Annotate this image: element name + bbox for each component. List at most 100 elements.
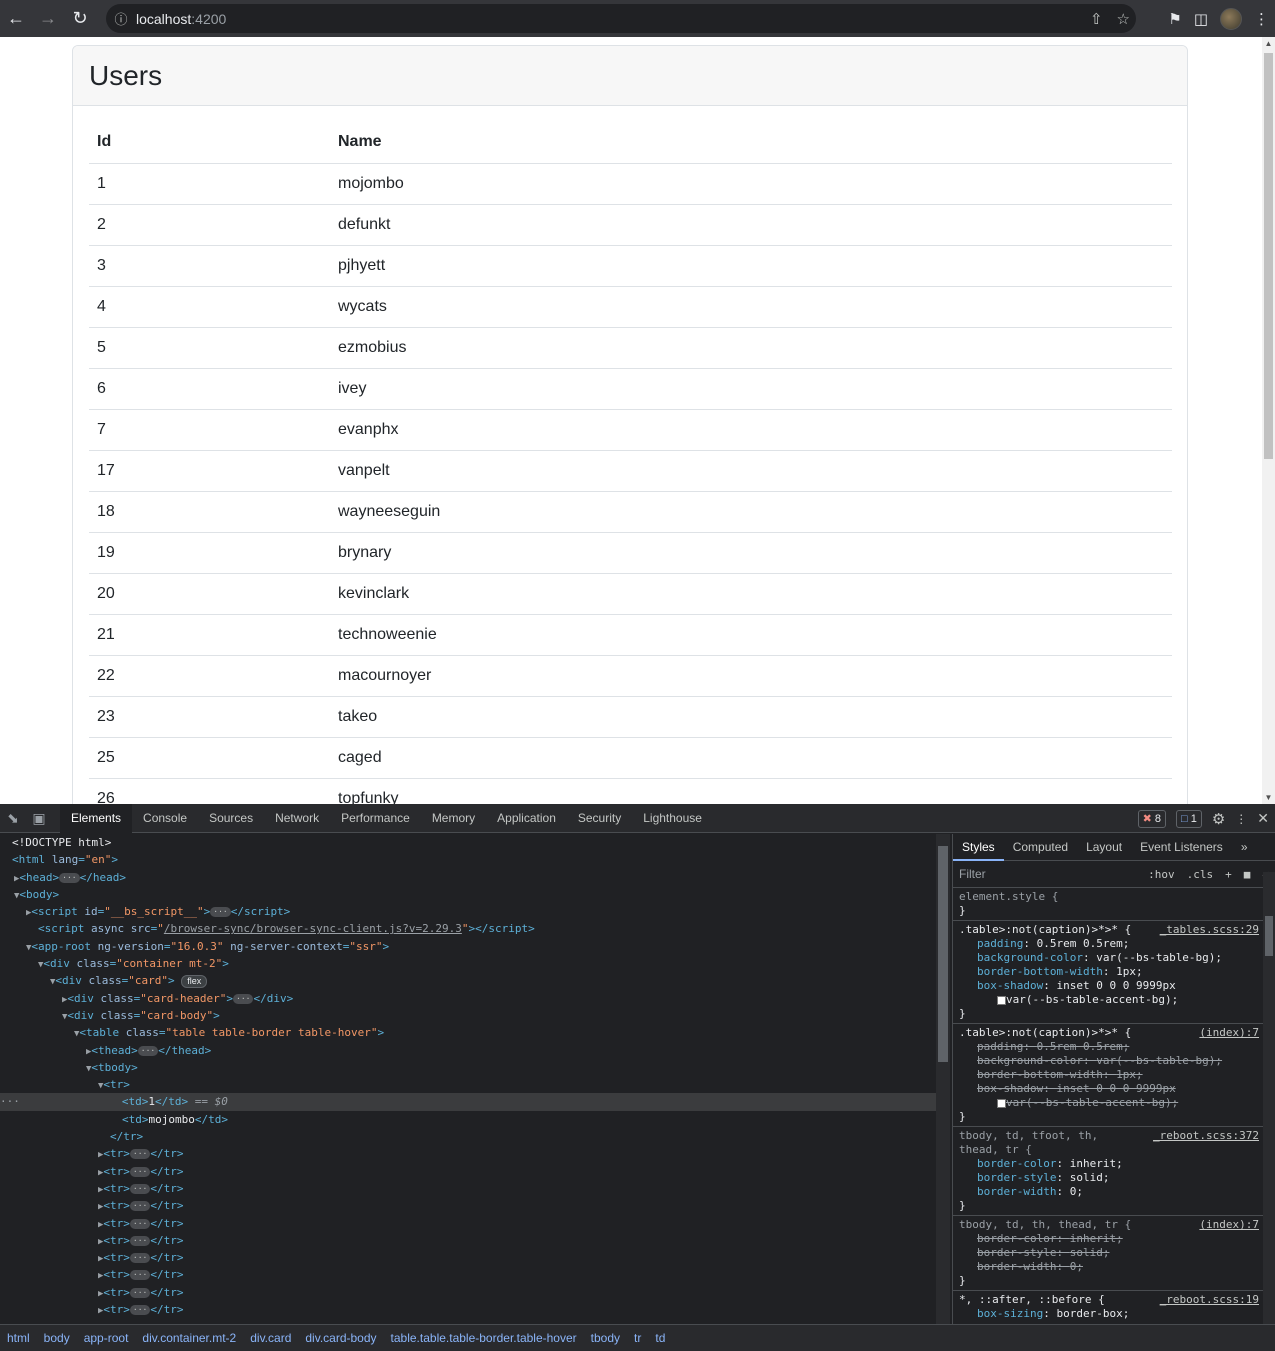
devtools-menu-icon[interactable]: ⋮ [1235, 812, 1247, 826]
dom-node-app-root[interactable]: ▼<app-root ng-version="16.0.3" ng-server… [0, 938, 936, 955]
inspect-element-icon[interactable]: ⬊ [0, 810, 26, 827]
dom-node-thead[interactable]: ▶<thead> ··· </thead> [0, 1042, 936, 1059]
css-property[interactable]: border-style: solid; [959, 1246, 1271, 1260]
share-icon[interactable]: ⇧ [1090, 10, 1103, 28]
style-rule-tables-scss[interactable]: .table>:not(caption)>*>* { _tables.scss:… [953, 921, 1275, 1024]
devtools-tab-performance[interactable]: Performance [330, 804, 421, 833]
dom-node-card[interactable]: ▼<div class="card"> flex [0, 972, 936, 989]
dom-node-bs-script[interactable]: ▶<script id="__bs_script__"> ··· </script> [0, 903, 936, 920]
table-row[interactable]: 20 kevinclark [89, 573, 1172, 615]
table-row[interactable]: 21 technoweenie [89, 614, 1172, 656]
devtools-tab-lighthouse[interactable]: Lighthouse [632, 804, 713, 833]
dom-node-card-header[interactable]: ▶<div class="card-header"> ··· </div> [0, 990, 936, 1007]
table-row[interactable]: 25 caged [89, 737, 1172, 779]
breadcrumb-item[interactable]: html [0, 1331, 37, 1345]
css-property[interactable]: border-bottom-width: 1px; [959, 1068, 1271, 1082]
css-property[interactable]: box-shadow: inset 0 0 0 9999px [959, 979, 1271, 993]
reload-icon[interactable]: ↻ [64, 3, 96, 35]
error-count-badge[interactable]: ✖ 8 [1137, 809, 1166, 828]
address-bar[interactable]: ⓘ localhost:4200 ⇧ ☆ [106, 4, 1136, 33]
page-scrollbar-thumb[interactable] [1264, 53, 1273, 459]
dom-node-tr-expanded[interactable]: ▼<tr> [0, 1076, 936, 1093]
paint-icon[interactable]: ■ [1244, 868, 1251, 881]
url-text[interactable]: localhost:4200 [136, 11, 226, 27]
style-source-link[interactable]: _reboot.scss:19 [1160, 1293, 1259, 1307]
scroll-down-arrow-icon[interactable]: ▼ [1262, 793, 1275, 802]
flex-badge[interactable]: flex [181, 975, 208, 989]
styles-filter-input[interactable]: Filter [959, 867, 986, 881]
dom-node-card-body[interactable]: ▼<div class="card-body"> [0, 1007, 936, 1024]
devtools-tab-elements[interactable]: Elements [60, 803, 133, 833]
css-property[interactable]: box-sizing: border-box; [959, 1307, 1271, 1321]
breadcrumb-item[interactable]: tr [627, 1331, 648, 1345]
cls-toggle[interactable]: .cls [1187, 868, 1214, 881]
dom-node-body[interactable]: ▼<body> [0, 886, 936, 903]
site-info-icon[interactable]: ⓘ [106, 9, 136, 28]
dom-node-browsersync-script[interactable]: <script async src="/browser-sync/browser… [0, 920, 936, 937]
dom-node-doctype[interactable]: <!DOCTYPE html> [0, 834, 936, 851]
style-rule-index-tbody[interactable]: tbody, td, th, thead, tr { (index):7 bor… [953, 1216, 1275, 1291]
dom-node-head[interactable]: ▶<head> ··· </head> [0, 869, 936, 886]
css-property[interactable]: border-color: inherit; [959, 1157, 1271, 1171]
css-property[interactable]: padding: 0.5rem 0.5rem; [959, 937, 1271, 951]
avatar[interactable] [1220, 7, 1242, 30]
style-rule-reboot-372[interactable]: tbody, td, tfoot, th, thead, tr { _reboo… [953, 1127, 1275, 1216]
elements-scrollbar-thumb[interactable] [938, 846, 948, 1062]
table-row[interactable]: 19 brynary [89, 532, 1172, 574]
new-rule-plus-icon[interactable]: + [1225, 868, 1232, 881]
hov-toggle[interactable]: :hov [1148, 868, 1175, 881]
breadcrumb-item[interactable]: tbody [584, 1331, 627, 1345]
css-property[interactable]: border-bottom-width: 1px; [959, 965, 1271, 979]
css-property[interactable]: background-color: var(--bs-table-bg); [959, 951, 1271, 965]
dom-node-tr-collapsed[interactable]: ▶<tr> ··· </tr> [0, 1215, 936, 1232]
kebab-menu-icon[interactable]: ⋮ [1254, 10, 1269, 28]
dom-node-tr-collapsed[interactable]: ▶<tr> ··· </tr> [0, 1266, 936, 1283]
dom-node-td-selected[interactable]: ··· <td>1</td> == $0 [0, 1093, 936, 1111]
scroll-up-arrow-icon[interactable]: ▲ [1262, 39, 1275, 48]
dom-node-tr-collapsed[interactable]: ▶<tr> ··· </tr> [0, 1197, 936, 1214]
color-swatch[interactable] [997, 995, 1006, 1005]
dom-node-tbody[interactable]: ▼<tbody> [0, 1059, 936, 1076]
back-arrow-icon[interactable]: ← [0, 3, 32, 35]
close-devtools-icon[interactable]: ✕ [1257, 810, 1269, 827]
dom-node-tr-collapsed[interactable]: ▶<tr> ··· </tr> [0, 1180, 936, 1197]
css-property[interactable]: border-color: inherit; [959, 1232, 1271, 1246]
devtools-tab-console[interactable]: Console [132, 804, 198, 833]
table-row[interactable]: 17 vanpelt [89, 450, 1172, 492]
css-property[interactable]: box-shadow: inset 0 0 0 9999px [959, 1082, 1271, 1096]
dom-node-table[interactable]: ▼<table class="table table-border table-… [0, 1024, 936, 1041]
dom-node-td-name[interactable]: <td>mojombo</td> [0, 1111, 936, 1128]
dom-node-tr-collapsed[interactable]: ▶<tr> ··· </tr> [0, 1232, 936, 1249]
style-source-link[interactable]: _tables.scss:29 [1160, 923, 1259, 937]
dom-node-tr-collapsed[interactable]: ▶<tr> ··· </tr> [0, 1284, 936, 1301]
styles-tab-layout[interactable]: Layout [1077, 834, 1131, 861]
styles-tab-computed[interactable]: Computed [1004, 834, 1077, 861]
devtools-tab-security[interactable]: Security [567, 804, 632, 833]
table-row[interactable]: 5 ezmobius [89, 327, 1172, 369]
table-row[interactable]: 22 macournoyer [89, 655, 1172, 697]
dom-node-tr-collapsed[interactable]: ▶<tr> ··· </tr> [0, 1301, 936, 1318]
bookmark-star-icon[interactable]: ☆ [1117, 10, 1130, 28]
message-count-badge[interactable]: □ 1 [1175, 809, 1202, 828]
css-property[interactable]: border-width: 0; [959, 1260, 1271, 1274]
table-row[interactable]: 2 defunkt [89, 204, 1172, 246]
settings-gear-icon[interactable]: ⚙ [1212, 810, 1225, 828]
css-property[interactable]: border-style: solid; [959, 1171, 1271, 1185]
style-source-link[interactable]: (index):7 [1199, 1026, 1259, 1040]
table-row[interactable]: 26 topfunky [89, 778, 1172, 804]
devtools-tab-sources[interactable]: Sources [198, 804, 264, 833]
table-row[interactable]: 3 pjhyett [89, 245, 1172, 287]
table-row[interactable]: 1 mojombo [89, 163, 1172, 205]
breadcrumb-item[interactable]: div.card [243, 1331, 298, 1345]
table-row[interactable]: 7 evanphx [89, 409, 1172, 451]
styles-scrollbar-thumb[interactable] [1265, 916, 1273, 956]
dom-node-html[interactable]: <html lang="en"> [0, 851, 936, 868]
breadcrumb-item[interactable]: app-root [77, 1331, 136, 1345]
style-source-link[interactable]: (index):7 [1199, 1218, 1259, 1232]
dom-node-tr-collapsed[interactable]: ▶<tr> ··· </tr> [0, 1249, 936, 1266]
extensions-puzzle-icon[interactable]: ⚑ [1168, 10, 1181, 28]
breadcrumb-item[interactable]: td [648, 1331, 672, 1345]
css-property[interactable]: background-color: var(--bs-table-bg); [959, 1054, 1271, 1068]
table-row[interactable]: 18 wayneeseguin [89, 491, 1172, 533]
devtools-tab-memory[interactable]: Memory [421, 804, 486, 833]
